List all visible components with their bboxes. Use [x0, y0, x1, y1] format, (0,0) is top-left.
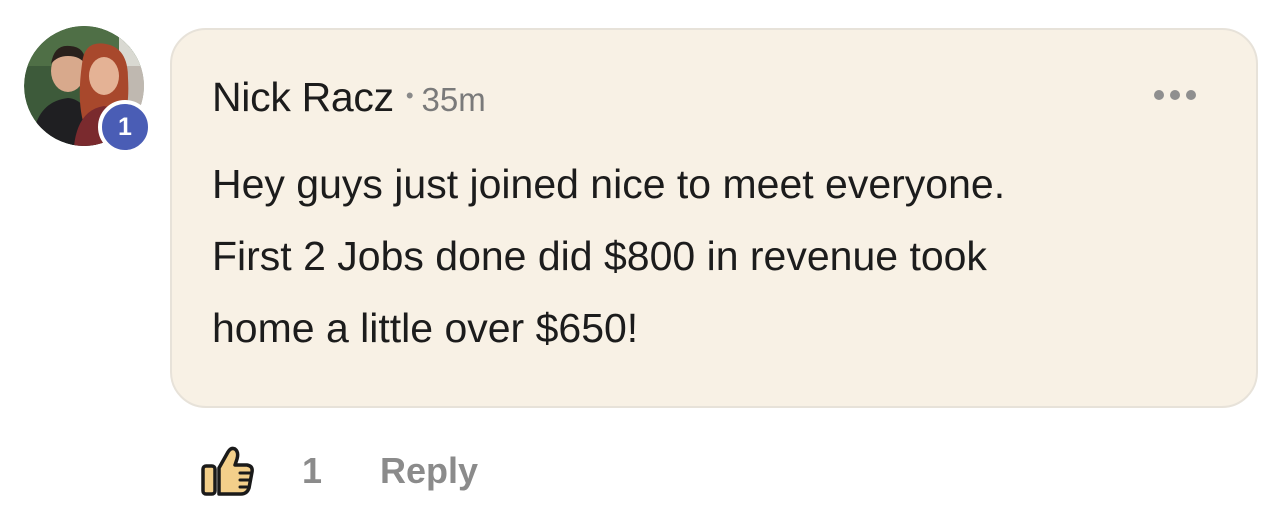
- avatar-badge: 1: [98, 100, 152, 154]
- comment-bubble: Nick Racz • 35m Hey guys just joined nic…: [170, 28, 1258, 408]
- more-horizontal-icon[interactable]: [1154, 90, 1196, 100]
- author-avatar-container[interactable]: 1: [24, 26, 152, 154]
- comment-header: Nick Racz • 35m: [212, 74, 486, 121]
- comment-text-line: First 2 Jobs done did $800 in revenue to…: [212, 233, 987, 279]
- separator-dot: •: [405, 83, 414, 108]
- comment-text: Hey guys just joined nice to meet everyo…: [212, 148, 1202, 364]
- author-name[interactable]: Nick Racz: [212, 74, 394, 121]
- like-count[interactable]: 1: [302, 450, 322, 492]
- comment: 1 Nick Racz • 35m Hey guys just joined n…: [0, 0, 1284, 532]
- reply-button[interactable]: Reply: [380, 450, 478, 492]
- comment-text-line: Hey guys just joined nice to meet everyo…: [212, 161, 1006, 207]
- more-dot: [1154, 90, 1164, 100]
- timestamp[interactable]: 35m: [422, 81, 486, 119]
- thumbs-up-icon[interactable]: [200, 444, 256, 498]
- comment-text-line: home a little over $650!: [212, 305, 639, 351]
- more-dot: [1186, 90, 1196, 100]
- comment-actions: 1 Reply: [200, 436, 478, 506]
- more-dot: [1170, 90, 1180, 100]
